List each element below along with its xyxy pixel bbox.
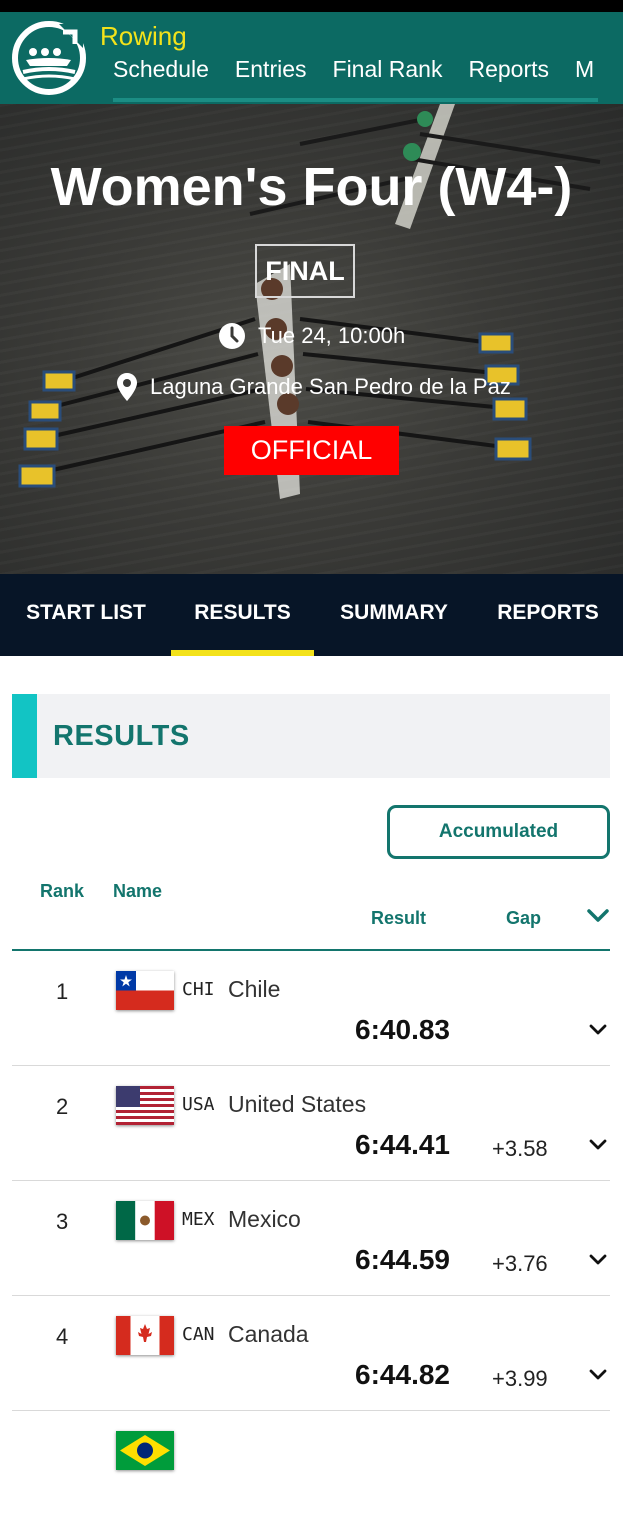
nav-more-truncated[interactable]: M	[562, 54, 607, 104]
gap-value: +3.58	[492, 1136, 548, 1161]
column-header-result: Result	[371, 908, 427, 928]
location-pin-icon	[117, 373, 137, 401]
rowing-logo-icon[interactable]	[11, 20, 87, 96]
event-hero: Women's Four (W4-) FINAL Tue 24, 10:00h …	[0, 104, 623, 574]
official-status-badge: OFFICIAL	[224, 426, 399, 475]
column-header-rank: Rank	[40, 881, 85, 901]
row-expand-chevron-icon[interactable]	[589, 1253, 607, 1267]
country-name: United States	[228, 1091, 367, 1117]
result-time: 6:44.41	[355, 1129, 450, 1160]
event-datetime: Tue 24, 10:00h	[258, 323, 406, 348]
status-bar	[0, 0, 623, 12]
event-datetime-row: Tue 24, 10:00h	[218, 322, 405, 350]
row-expand-chevron-icon[interactable]	[589, 1368, 607, 1382]
country-code: MEX	[182, 1209, 215, 1230]
event-venue: Laguna Grande San Pedro de la Paz	[150, 374, 511, 399]
result-time: 6:40.83	[355, 1014, 450, 1045]
sport-title: Rowing	[100, 21, 187, 51]
results-section-header: RESULTS	[12, 694, 610, 778]
mexico-flag-icon	[116, 1201, 174, 1240]
country-name: Mexico	[228, 1206, 301, 1232]
clock-icon	[219, 323, 245, 349]
result-row[interactable]	[12, 1411, 610, 1526]
app-header: Rowing Schedule Entries Final Rank Repor…	[0, 12, 623, 104]
nav-schedule[interactable]: Schedule	[100, 54, 222, 104]
tab-start-list[interactable]: START LIST	[11, 574, 161, 656]
country-code: CAN	[182, 1324, 215, 1345]
nav-entries[interactable]: Entries	[222, 54, 320, 104]
row-expand-chevron-icon[interactable]	[589, 1138, 607, 1152]
nav-final-rank[interactable]: Final Rank	[320, 54, 456, 104]
country-name: Canada	[228, 1321, 309, 1347]
usa-flag-icon	[116, 1086, 174, 1125]
column-header-name: Name	[113, 881, 163, 901]
row-expand-chevron-icon[interactable]	[589, 1023, 607, 1037]
result-time: 6:44.59	[355, 1244, 450, 1275]
rank-value: 1	[56, 979, 69, 1004]
result-row[interactable]: 3 MEX Mexico 6:44.59 +3.76	[12, 1181, 610, 1296]
nav-reports[interactable]: Reports	[455, 54, 562, 104]
accumulated-button[interactable]: Accumulated	[387, 805, 610, 859]
canada-flag-icon	[116, 1316, 174, 1355]
tab-reports[interactable]: REPORTS	[487, 574, 609, 656]
tab-summary[interactable]: SUMMARY	[326, 574, 462, 656]
chile-flag-icon	[116, 971, 174, 1010]
top-nav: Schedule Entries Final Rank Reports M	[100, 54, 607, 104]
country-code: USA	[182, 1094, 215, 1115]
country-name: Chile	[228, 976, 281, 1002]
rank-value: 2	[56, 1094, 69, 1119]
gap-value: +3.99	[492, 1366, 548, 1391]
section-title: RESULTS	[53, 720, 190, 752]
country-code: CHI	[182, 979, 215, 1000]
rank-value: 3	[56, 1209, 69, 1234]
result-row[interactable]: 1 CHI Chile 6:40.83	[12, 951, 610, 1066]
event-venue-row: Laguna Grande San Pedro de la Paz	[116, 372, 511, 402]
phase-badge: FINAL	[255, 244, 355, 298]
section-accent-bar	[12, 694, 37, 778]
tab-results[interactable]: RESULTS	[171, 574, 314, 656]
event-tabs: START LIST RESULTS SUMMARY REPORTS	[0, 574, 623, 656]
result-row[interactable]: 4 CAN Canada 6:44.82 +3.99	[12, 1296, 610, 1411]
result-row[interactable]: 2 USA United States 6:44.41 +3.58	[12, 1066, 610, 1181]
result-time: 6:44.82	[355, 1359, 450, 1390]
gap-value: +3.76	[492, 1251, 548, 1276]
event-title: Women's Four (W4-)	[50, 157, 573, 217]
rank-value: 4	[56, 1324, 69, 1349]
brazil-flag-icon	[116, 1431, 174, 1470]
expand-all-chevron-icon[interactable]	[586, 907, 610, 925]
column-header-gap: Gap	[506, 908, 542, 928]
